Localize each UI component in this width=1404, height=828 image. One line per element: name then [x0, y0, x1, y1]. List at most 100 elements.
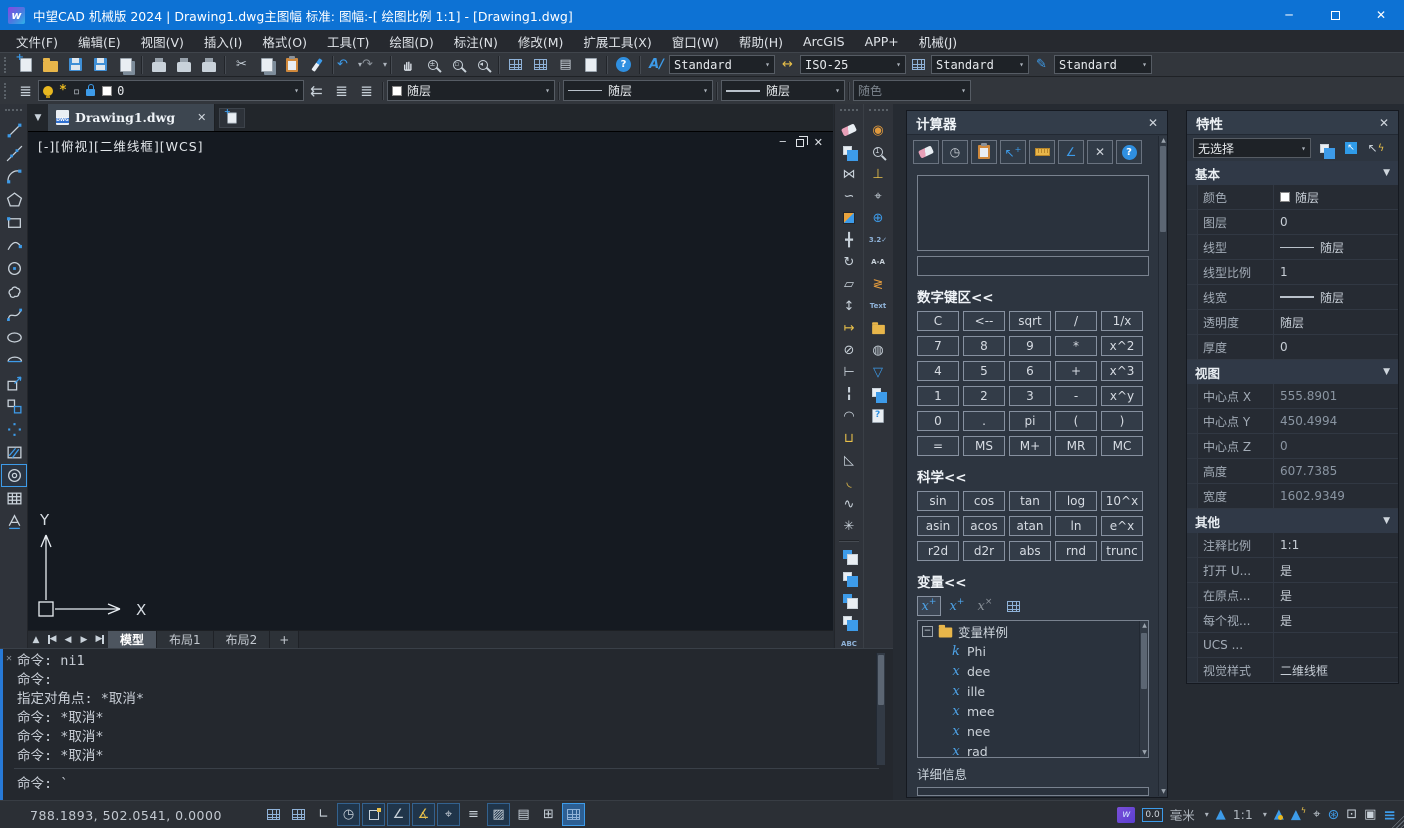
property-value[interactable]: 随层 [1274, 285, 1398, 309]
delete-variable-button[interactable]: x× [973, 596, 997, 616]
modify-join-button[interactable]: ⊔ [836, 427, 862, 449]
command-scrollbar[interactable] [876, 653, 885, 765]
properties-titlebar[interactable]: 特性 ✕ [1187, 111, 1398, 135]
modify-offset-button[interactable]: ∽ [836, 185, 862, 207]
numpad-section-label[interactable]: 数字键区<< [917, 286, 1157, 306]
plot-style-combo[interactable]: 随色 ▾ [853, 80, 971, 101]
modify-array-button[interactable] [836, 207, 862, 229]
calc-key[interactable]: 1 [917, 386, 959, 406]
section-other[interactable]: 其他 ▼ [1187, 509, 1398, 533]
property-value[interactable]: 450.4994 [1274, 409, 1398, 433]
calc-key[interactable]: cos [963, 491, 1005, 511]
property-value[interactable]: 1:1 [1274, 533, 1398, 557]
linetype-combo[interactable]: 随层 ▾ [563, 80, 713, 101]
calc-key[interactable]: acos [963, 516, 1005, 536]
calculator-input[interactable] [917, 256, 1149, 276]
clear-button[interactable] [913, 140, 939, 164]
calc-key[interactable]: / [1055, 311, 1097, 331]
menu-help[interactable]: 帮助(H) [729, 30, 793, 52]
menu-format[interactable]: 格式(O) [252, 30, 317, 52]
circle-tool-button[interactable] [1, 257, 27, 280]
calc-key[interactable]: abs [1009, 541, 1051, 561]
chevron-down-icon[interactable]: ▾ [1260, 810, 1267, 819]
toolbar-grip[interactable] [4, 83, 9, 99]
variable-item[interactable]: x ille [918, 681, 1148, 701]
selection-cycling-icon[interactable]: ⌖ [1313, 807, 1320, 822]
mech-centerline-button[interactable]: ⌖ [865, 185, 891, 207]
dim-style-icon-button[interactable]: ↔ [775, 54, 800, 76]
tab-layout2[interactable]: 布局2 [214, 631, 271, 649]
layer-thaw-icon[interactable]: * [59, 83, 67, 98]
close-tab-icon[interactable]: ✕ [197, 111, 206, 124]
close-icon[interactable]: ✕ [1379, 116, 1389, 130]
layer-translate-button[interactable]: ≣ [354, 80, 379, 102]
menu-mechanical[interactable]: 机械(J) [909, 30, 967, 52]
revcloud-tool-button[interactable] [1, 280, 27, 303]
toolbar-grip[interactable] [840, 109, 858, 113]
help-button[interactable]: ? [611, 54, 636, 76]
calc-key[interactable]: MC [1101, 436, 1143, 456]
edit-variable-button[interactable]: x+ [945, 596, 969, 616]
undo-button[interactable]: ↶▾ [337, 54, 362, 76]
property-value[interactable]: 0 [1274, 434, 1398, 458]
calc-key[interactable]: x^2 [1101, 336, 1143, 356]
palette-scrollbar[interactable]: ▲ ▼ [1158, 136, 1167, 796]
property-value[interactable]: 二维线框 [1274, 658, 1398, 682]
line-tool-button[interactable] [1, 119, 27, 142]
section-view[interactable]: 视图 ▼ [1187, 360, 1398, 384]
calc-key[interactable]: ( [1055, 411, 1097, 431]
scientific-section-label[interactable]: 科学<< [917, 466, 1157, 486]
grid-toggle[interactable] [287, 803, 310, 826]
calc-key[interactable]: asin [917, 516, 959, 536]
calc-key[interactable]: 1/x [1101, 311, 1143, 331]
paste-button[interactable] [279, 54, 304, 76]
donut-tool-button[interactable] [1, 464, 27, 487]
calculator-titlebar[interactable]: 计算器 ✕ [907, 111, 1167, 135]
scrollbar-thumb[interactable] [1160, 146, 1166, 232]
mech-section-symbol-button[interactable]: A-A [865, 251, 891, 273]
command-window[interactable]: ✕ 命令: ni1 命令: 指定对角点: *取消* 命令: *取消* 命令: *… [0, 648, 893, 800]
modify-stretch-button[interactable]: ↕ [836, 295, 862, 317]
scrollbar-thumb[interactable] [1141, 633, 1147, 689]
window-minimize-button[interactable]: ─ [1266, 0, 1312, 30]
calc-key[interactable]: 10^x [1101, 491, 1143, 511]
calc-key[interactable]: trunc [1101, 541, 1143, 561]
table-tool-button[interactable] [1, 487, 27, 510]
lineweight-indicator[interactable]: 0.0 [1142, 808, 1162, 822]
osnap-toggle[interactable] [362, 803, 385, 826]
point-tool-button[interactable] [1, 418, 27, 441]
property-value[interactable] [1274, 633, 1398, 657]
history-button[interactable]: ◷ [942, 140, 968, 164]
otrack-toggle[interactable]: ∠ [387, 803, 410, 826]
order-bring-front-button[interactable] [836, 545, 862, 567]
calc-key[interactable]: 2 [963, 386, 1005, 406]
modify-copy-button[interactable] [836, 141, 862, 163]
menu-file[interactable]: 文件(F) [6, 30, 68, 52]
variable-item[interactable]: x mee [918, 701, 1148, 721]
layer-frozen-vp-icon[interactable]: ▫ [73, 84, 80, 98]
doc-tabs-menu-button[interactable]: ▼ [28, 104, 48, 131]
scroll-down-icon[interactable]: ▼ [1140, 749, 1149, 756]
calc-key[interactable]: x^3 [1101, 361, 1143, 381]
calc-key[interactable]: + [1055, 361, 1097, 381]
layouts-expand-button[interactable]: ▲ [28, 632, 44, 648]
sheet-button[interactable]: ▤ [553, 54, 578, 76]
calc-key[interactable]: MS [963, 436, 1005, 456]
calc-key[interactable]: . [963, 411, 1005, 431]
modify-scale-button[interactable]: ▱ [836, 273, 862, 295]
viewport-label[interactable]: [-][俯视][二维线框][WCS] [38, 136, 204, 155]
viewport-restore-icon[interactable] [796, 139, 804, 147]
menu-insert[interactable]: 插入(I) [194, 30, 252, 52]
calc-key[interactable]: rnd [1055, 541, 1097, 561]
tab-model[interactable]: 模型 [108, 631, 157, 649]
modify-blend-button[interactable]: ∿ [836, 493, 862, 515]
variable-item[interactable]: x dee [918, 661, 1148, 681]
mech-view-nav-button[interactable]: ⊕ [865, 207, 891, 229]
calc-key[interactable]: ) [1101, 411, 1143, 431]
add-layout-button[interactable]: + [270, 631, 299, 649]
save-all-button[interactable] [113, 54, 138, 76]
new-variable-button[interactable]: x+ [917, 596, 941, 616]
property-value[interactable]: 是 [1274, 608, 1398, 632]
property-value[interactable]: 随层 [1274, 235, 1398, 259]
calc-key[interactable]: atan [1009, 516, 1051, 536]
